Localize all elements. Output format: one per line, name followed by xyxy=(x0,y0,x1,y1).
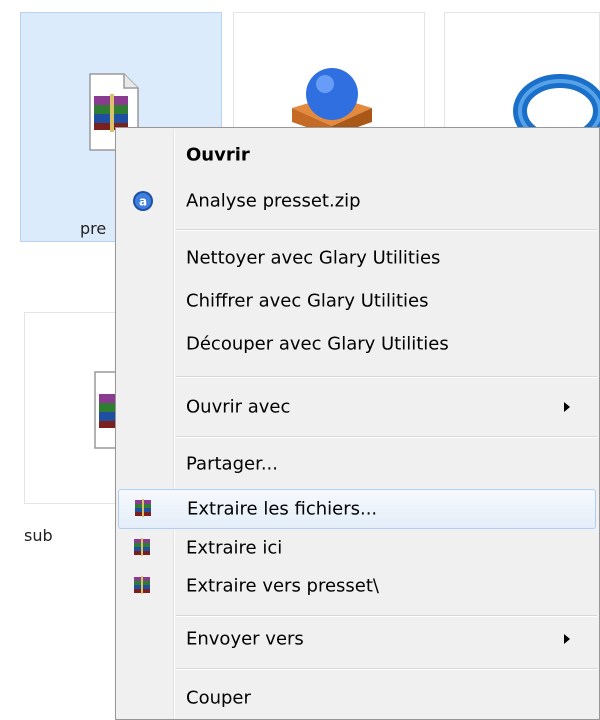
menu-item-label: Chiffrer avec Glary Utilities xyxy=(186,290,429,312)
winrar-icon xyxy=(134,576,150,594)
menu-item-label: Extraire vers presset\ xyxy=(186,575,379,597)
submenu-arrow-icon xyxy=(564,634,570,644)
menu-item-label: Analyse presset.zip xyxy=(186,190,361,212)
antivirus-icon: a xyxy=(133,191,153,211)
menu-item-extract-here[interactable]: Extraire ici xyxy=(118,528,596,568)
menu-separator xyxy=(176,436,597,438)
menu-item-analyse[interactable]: a Analyse presset.zip xyxy=(118,181,596,221)
menu-item-label: Couper xyxy=(186,687,251,709)
menu-item-label: Partager... xyxy=(186,453,278,475)
menu-item-label: Extraire ici xyxy=(186,537,283,559)
menu-item-open[interactable]: Ouvrir xyxy=(118,135,596,175)
menu-item-extract-files[interactable]: Extraire les fichiers... xyxy=(118,489,596,529)
file-caption: pre xyxy=(80,219,107,238)
menu-item-label: Ouvrir avec xyxy=(186,396,291,418)
menu-item-cut[interactable]: Couper xyxy=(118,678,596,718)
menu-item-label: Extraire les fichiers... xyxy=(187,498,378,520)
menu-separator xyxy=(176,376,597,378)
menu-item-extract-to[interactable]: Extraire vers presset\ xyxy=(118,566,596,606)
svg-text:a: a xyxy=(139,195,147,209)
menu-item-open-with[interactable]: Ouvrir avec xyxy=(118,387,596,427)
winrar-icon xyxy=(135,499,151,517)
menu-item-glary-split[interactable]: Découper avec Glary Utilities xyxy=(118,324,596,364)
context-menu: Ouvrir a Analyse presset.zip Nettoyer av… xyxy=(115,127,600,720)
menu-separator xyxy=(176,615,597,617)
menu-item-label: Nettoyer avec Glary Utilities xyxy=(186,247,441,269)
menu-item-label: Découper avec Glary Utilities xyxy=(186,333,449,355)
menu-item-share[interactable]: Partager... xyxy=(118,444,596,484)
file-caption: sub xyxy=(24,526,53,545)
menu-item-glary-encrypt[interactable]: Chiffrer avec Glary Utilities xyxy=(118,281,596,321)
menu-item-label: Envoyer vers xyxy=(186,628,304,650)
menu-item-label: Ouvrir xyxy=(186,144,250,166)
installer-box-icon xyxy=(292,68,372,136)
menu-separator xyxy=(176,668,597,670)
file-explorer-view: pre sub c 7 Ouvrir a Analyse presset.zip… xyxy=(0,0,600,720)
winrar-icon xyxy=(134,538,150,556)
submenu-arrow-icon xyxy=(564,402,570,412)
app-q-icon xyxy=(513,74,600,136)
menu-item-send-to[interactable]: Envoyer vers xyxy=(118,619,596,659)
menu-separator xyxy=(176,229,597,231)
menu-item-glary-clean[interactable]: Nettoyer avec Glary Utilities xyxy=(118,238,596,278)
